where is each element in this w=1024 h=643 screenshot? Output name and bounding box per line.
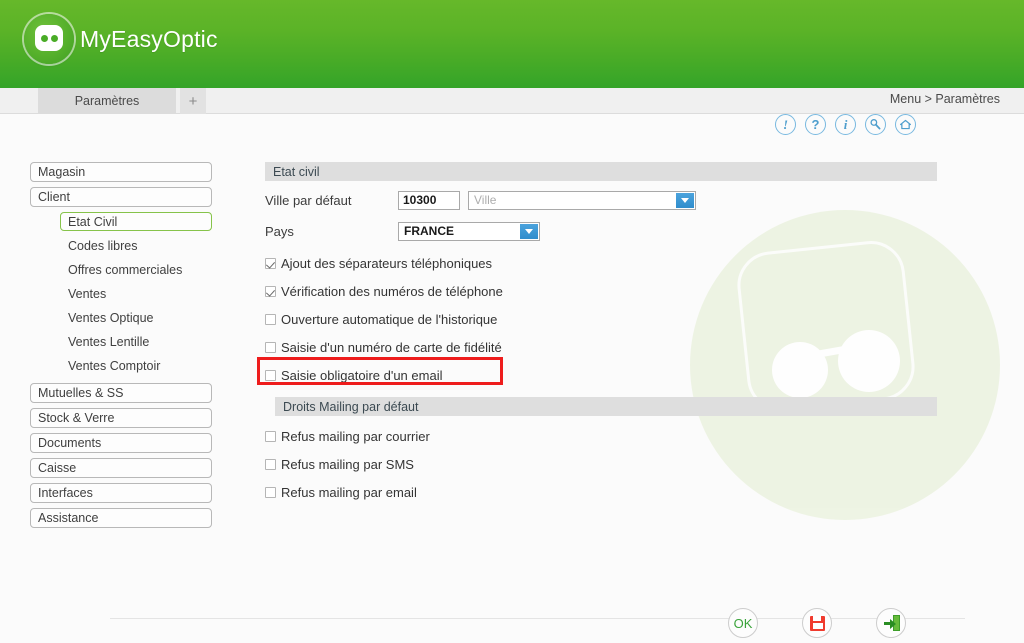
checkbox-box[interactable]: [265, 313, 276, 325]
ville-name-value: Ville: [474, 193, 497, 207]
checkbox-label: Refus mailing par courrier: [281, 428, 430, 444]
application-window: MyEasyOptic Paramètres + Menu > Paramètr…: [0, 0, 1024, 643]
checkbox-label: Refus mailing par SMS: [281, 456, 414, 472]
sidebar-item-assistance[interactable]: Assistance: [30, 508, 212, 528]
checkbox-refus-mailing-sms[interactable]: Refus mailing par SMS: [265, 456, 937, 472]
checkbox-box[interactable]: [265, 257, 276, 269]
sidebar-item-ventes-lentille[interactable]: Ventes Lentille: [60, 332, 212, 351]
sidebar-item-etat-civil[interactable]: Etat Civil: [60, 212, 212, 231]
sidebar-item-caisse[interactable]: Caisse: [30, 458, 212, 478]
logo-eye-left: [41, 35, 48, 42]
checkbox-box[interactable]: [265, 341, 276, 353]
section-header-etat-civil: Etat civil: [265, 162, 937, 181]
sidebar-item-client[interactable]: Client: [30, 187, 212, 207]
checkbox-refus-mailing-email[interactable]: Refus mailing par email: [265, 484, 937, 500]
pays-combo[interactable]: FRANCE: [398, 221, 540, 241]
add-tab-button[interactable]: +: [180, 88, 206, 114]
checkbox-label: Vérification des numéros de téléphone: [281, 283, 503, 299]
ville-code-input[interactable]: [398, 190, 460, 210]
row-ville-par-defaut: Ville par défaut Ville: [265, 188, 937, 212]
chevron-down-icon-ville[interactable]: [676, 192, 694, 208]
tools-icon[interactable]: [865, 114, 886, 135]
logo-eye-right: [51, 35, 58, 42]
section-header-droits-mailing: Droits Mailing par défaut: [275, 397, 937, 416]
alert-icon[interactable]: !: [775, 114, 796, 135]
ok-button[interactable]: OK: [728, 608, 758, 638]
checkbox-box[interactable]: [265, 285, 276, 297]
sidebar-item-ventes-optique[interactable]: Ventes Optique: [60, 308, 212, 327]
checkbox-box[interactable]: [265, 486, 276, 498]
ville-name-combo[interactable]: Ville: [468, 190, 696, 210]
exit-button[interactable]: [876, 608, 906, 638]
checkbox-carte-fidelite[interactable]: Saisie d'un numéro de carte de fidélité: [265, 339, 937, 355]
brand: MyEasyOptic: [24, 14, 218, 64]
tab-strip: Paramètres + Menu > Paramètres: [0, 88, 1024, 114]
tab-parametres[interactable]: Paramètres: [38, 88, 176, 114]
sidebar-item-codes-libres[interactable]: Codes libres: [60, 236, 212, 255]
checkbox-box[interactable]: [265, 458, 276, 470]
sidebar-navigation: Magasin Client Etat Civil Codes libres O…: [30, 162, 212, 533]
settings-panel: Etat civil Ville par défaut Ville Pays F…: [265, 162, 937, 500]
label-pays: Pays: [265, 223, 294, 239]
sidebar-item-ventes-comptoir[interactable]: Ventes Comptoir: [60, 356, 212, 375]
logo-square: [35, 25, 63, 51]
sidebar-item-magasin[interactable]: Magasin: [30, 162, 212, 182]
label-ville-par-defaut: Ville par défaut: [265, 192, 352, 208]
checkbox-box[interactable]: [265, 430, 276, 442]
checkbox-label: Saisie d'un numéro de carte de fidélité: [281, 339, 502, 355]
checkbox-label: Saisie obligatoire d'un email: [281, 367, 443, 383]
checkbox-box[interactable]: [265, 369, 276, 381]
breadcrumb: Menu > Paramètres: [889, 92, 1000, 106]
toolbar: ! ? i: [775, 114, 916, 135]
app-header: MyEasyOptic: [0, 0, 1024, 88]
checkbox-label: Refus mailing par email: [281, 484, 417, 500]
footer-divider: [110, 618, 965, 619]
checkbox-refus-mailing-courrier[interactable]: Refus mailing par courrier: [265, 428, 937, 444]
checkbox-label: Ouverture automatique de l'historique: [281, 311, 498, 327]
sidebar-item-interfaces[interactable]: Interfaces: [30, 483, 212, 503]
chevron-down-icon-pays[interactable]: [520, 223, 538, 239]
sidebar-item-documents[interactable]: Documents: [30, 433, 212, 453]
save-button[interactable]: [802, 608, 832, 638]
help-icon[interactable]: ?: [805, 114, 826, 135]
checkbox-ajout-separateurs[interactable]: Ajout des séparateurs téléphoniques: [265, 255, 937, 271]
exit-door-icon: [883, 615, 900, 631]
floppy-disk-icon: [809, 615, 825, 631]
sidebar-item-stock-verre[interactable]: Stock & Verre: [30, 408, 212, 428]
checkbox-verification-numeros[interactable]: Vérification des numéros de téléphone: [265, 283, 937, 299]
sidebar-item-ventes[interactable]: Ventes: [60, 284, 212, 303]
checkbox-saisie-obligatoire-email[interactable]: Saisie obligatoire d'un email: [265, 367, 937, 383]
row-pays: Pays FRANCE: [265, 219, 937, 243]
checkbox-ouverture-historique[interactable]: Ouverture automatique de l'historique: [265, 311, 937, 327]
checkbox-label: Ajout des séparateurs téléphoniques: [281, 255, 493, 271]
info-icon[interactable]: i: [835, 114, 856, 135]
sidebar-item-offres-commerciales[interactable]: Offres commerciales: [60, 260, 212, 279]
home-icon[interactable]: [895, 114, 916, 135]
brand-title: MyEasyOptic: [80, 25, 218, 52]
glasses-logo-icon: [24, 14, 74, 64]
pays-value: FRANCE: [404, 224, 454, 238]
sidebar-item-mutuelles-ss[interactable]: Mutuelles & SS: [30, 383, 212, 403]
